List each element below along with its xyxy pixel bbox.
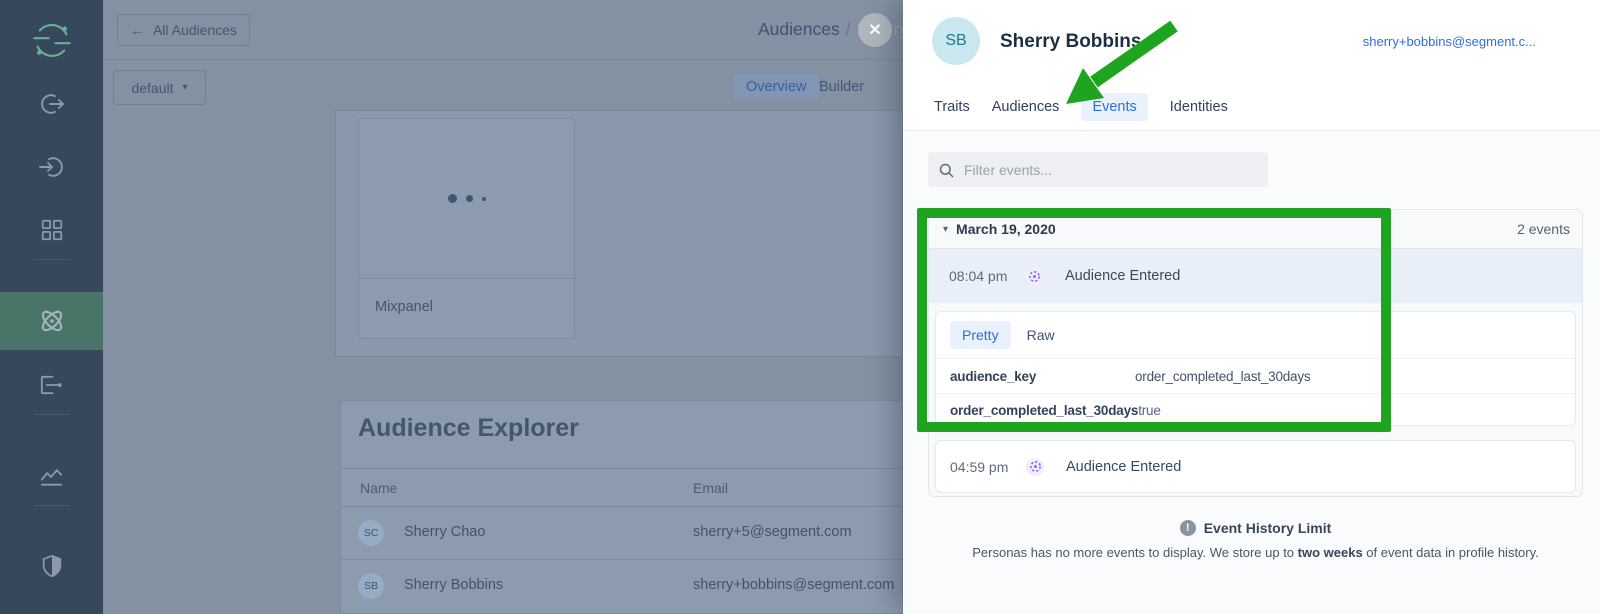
- chevron-down-icon: ▾: [183, 82, 188, 93]
- search-icon: [939, 163, 954, 178]
- notice-body-prefix: Personas has no more events to display. …: [972, 545, 1297, 560]
- sidebar-divider: [34, 505, 70, 506]
- breadcrumb-audiences-link[interactable]: Audiences: [758, 19, 840, 39]
- column-header-name: Name: [360, 480, 397, 496]
- notice-title: Event History Limit: [1204, 520, 1332, 536]
- table-row[interactable]: SB Sherry Bobbins sherry+bobbins@segment…: [341, 559, 902, 611]
- property-row: audience_key order_completed_last_30days: [936, 359, 1575, 394]
- sidebar-item-privacy[interactable]: [0, 537, 103, 595]
- event-group-header[interactable]: ▾ March 19, 2020 2 events: [929, 210, 1582, 248]
- audience-explorer-title: Audience Explorer: [358, 414, 579, 443]
- event-time: 04:59 pm: [950, 459, 1026, 475]
- notice-body-bold: two weeks: [1298, 545, 1363, 560]
- tab-builder-label: Builder: [819, 79, 864, 95]
- event-detail-view-tabs: Pretty Raw: [936, 312, 1575, 359]
- property-row: order_completed_last_30days true: [936, 394, 1575, 427]
- sidebar-divider: [34, 259, 70, 260]
- profile-name: Sherry Bobbins: [1000, 31, 1141, 53]
- loading-dots: [359, 119, 574, 279]
- destinations-icon: [38, 153, 66, 181]
- sidebar-item-analytics[interactable]: [0, 447, 103, 505]
- avatar: SB: [932, 17, 980, 65]
- event-time: 08:04 pm: [949, 268, 1025, 284]
- back-arrow-icon: ←: [130, 22, 144, 38]
- pretty-tab[interactable]: Pretty: [950, 321, 1011, 349]
- property-value: true: [1138, 403, 1160, 418]
- event-history-notice: ! Event History Limit Personas has no mo…: [928, 520, 1583, 560]
- property-value: order_completed_last_30days: [1135, 369, 1310, 384]
- privacy-shield-icon: [39, 553, 65, 579]
- tab-builder[interactable]: Builder: [819, 79, 864, 95]
- environment-dropdown[interactable]: default ▾: [113, 70, 206, 105]
- top-bar: ← All Audiences Audiences/Sherry: [103, 0, 903, 60]
- property-key: order_completed_last_30days: [950, 403, 1138, 418]
- event-group-count: 2 events: [1517, 221, 1570, 237]
- audience-event-icon: [1025, 267, 1043, 285]
- row-email: sherry+5@segment.com: [693, 524, 852, 540]
- close-icon: ✕: [868, 20, 881, 40]
- sidebar-item-sources[interactable]: [0, 75, 103, 133]
- tab-audiences[interactable]: Audiences: [992, 93, 1060, 121]
- tab-identities[interactable]: Identities: [1170, 93, 1228, 121]
- catalog-icon: [39, 217, 65, 243]
- profile-email-link[interactable]: sherry+bobbins@segment.c...: [1363, 34, 1536, 49]
- row-name: Sherry Chao: [404, 524, 485, 540]
- notice-body: Personas has no more events to display. …: [928, 545, 1583, 560]
- sidebar-item-journeys[interactable]: [0, 356, 103, 414]
- tab-overview[interactable]: Overview: [733, 74, 819, 100]
- back-button-label: All Audiences: [153, 22, 237, 38]
- environment-dropdown-value: default: [131, 80, 173, 96]
- analytics-chart-icon: [38, 463, 65, 490]
- mixpanel-destination-card[interactable]: Mixpanel: [358, 118, 575, 339]
- notice-body-suffix: of event data in profile history.: [1363, 545, 1539, 560]
- avatar-initials: SB: [945, 32, 966, 50]
- main-content-dimmed: ← All Audiences Audiences/Sherry ✕ defau…: [103, 0, 903, 614]
- event-detail-card: Pretty Raw audience_key order_completed_…: [935, 311, 1576, 426]
- back-all-audiences-button[interactable]: ← All Audiences: [117, 14, 250, 46]
- property-key: audience_key: [950, 369, 1135, 384]
- profile-panel: SB Sherry Bobbins sherry+bobbins@segment…: [903, 0, 1600, 614]
- audience-event-icon: [1026, 458, 1044, 476]
- breadcrumb-separator: /: [840, 19, 857, 39]
- mixpanel-card-label: Mixpanel: [375, 299, 433, 315]
- tab-overview-label: Overview: [746, 79, 806, 95]
- event-title: Audience Entered: [1066, 459, 1181, 475]
- explorer-table-header: Name Email: [341, 468, 902, 507]
- filter-events-input[interactable]: [928, 152, 1268, 187]
- sources-icon: [38, 90, 66, 118]
- overview-section: Mixpanel: [335, 110, 903, 357]
- segment-logo-icon[interactable]: [0, 12, 103, 70]
- app-sidebar: [0, 0, 103, 614]
- journeys-icon: [38, 372, 65, 399]
- event-title: Audience Entered: [1065, 268, 1180, 284]
- tab-traits[interactable]: Traits: [934, 93, 970, 121]
- audience-explorer-card: Audience Explorer Name Email SC Sherry C…: [340, 400, 903, 614]
- alert-icon: !: [1180, 520, 1196, 536]
- event-group-date: March 19, 2020: [956, 221, 1056, 237]
- event-row[interactable]: 04:59 pm Audience Entered: [935, 440, 1576, 493]
- table-row[interactable]: SC Sherry Chao sherry+5@segment.com: [341, 507, 902, 559]
- sidebar-divider: [34, 414, 70, 415]
- row-email: sherry+bobbins@segment.com: [693, 577, 894, 593]
- avatar: SB: [358, 573, 384, 599]
- raw-tab[interactable]: Raw: [1027, 327, 1055, 343]
- profile-tabs: Traits Audiences Events Identities: [934, 93, 1228, 121]
- close-panel-button[interactable]: ✕: [858, 13, 892, 47]
- sidebar-item-personas[interactable]: [0, 292, 103, 350]
- row-name: Sherry Bobbins: [404, 577, 503, 593]
- event-row-expanded[interactable]: 08:04 pm Audience Entered: [929, 248, 1582, 303]
- avatar: SC: [358, 520, 384, 546]
- event-group-card: ▾ March 19, 2020 2 events 08:04 pm Audie…: [928, 209, 1583, 497]
- collapse-caret-icon: ▾: [943, 224, 948, 235]
- sidebar-item-destinations[interactable]: [0, 138, 103, 196]
- tab-events[interactable]: Events: [1081, 93, 1147, 121]
- sidebar-item-catalog[interactable]: [0, 201, 103, 259]
- column-header-email: Email: [693, 480, 728, 496]
- profile-panel-header: SB Sherry Bobbins sherry+bobbins@segment…: [903, 0, 1600, 131]
- personas-atom-icon: [37, 306, 67, 336]
